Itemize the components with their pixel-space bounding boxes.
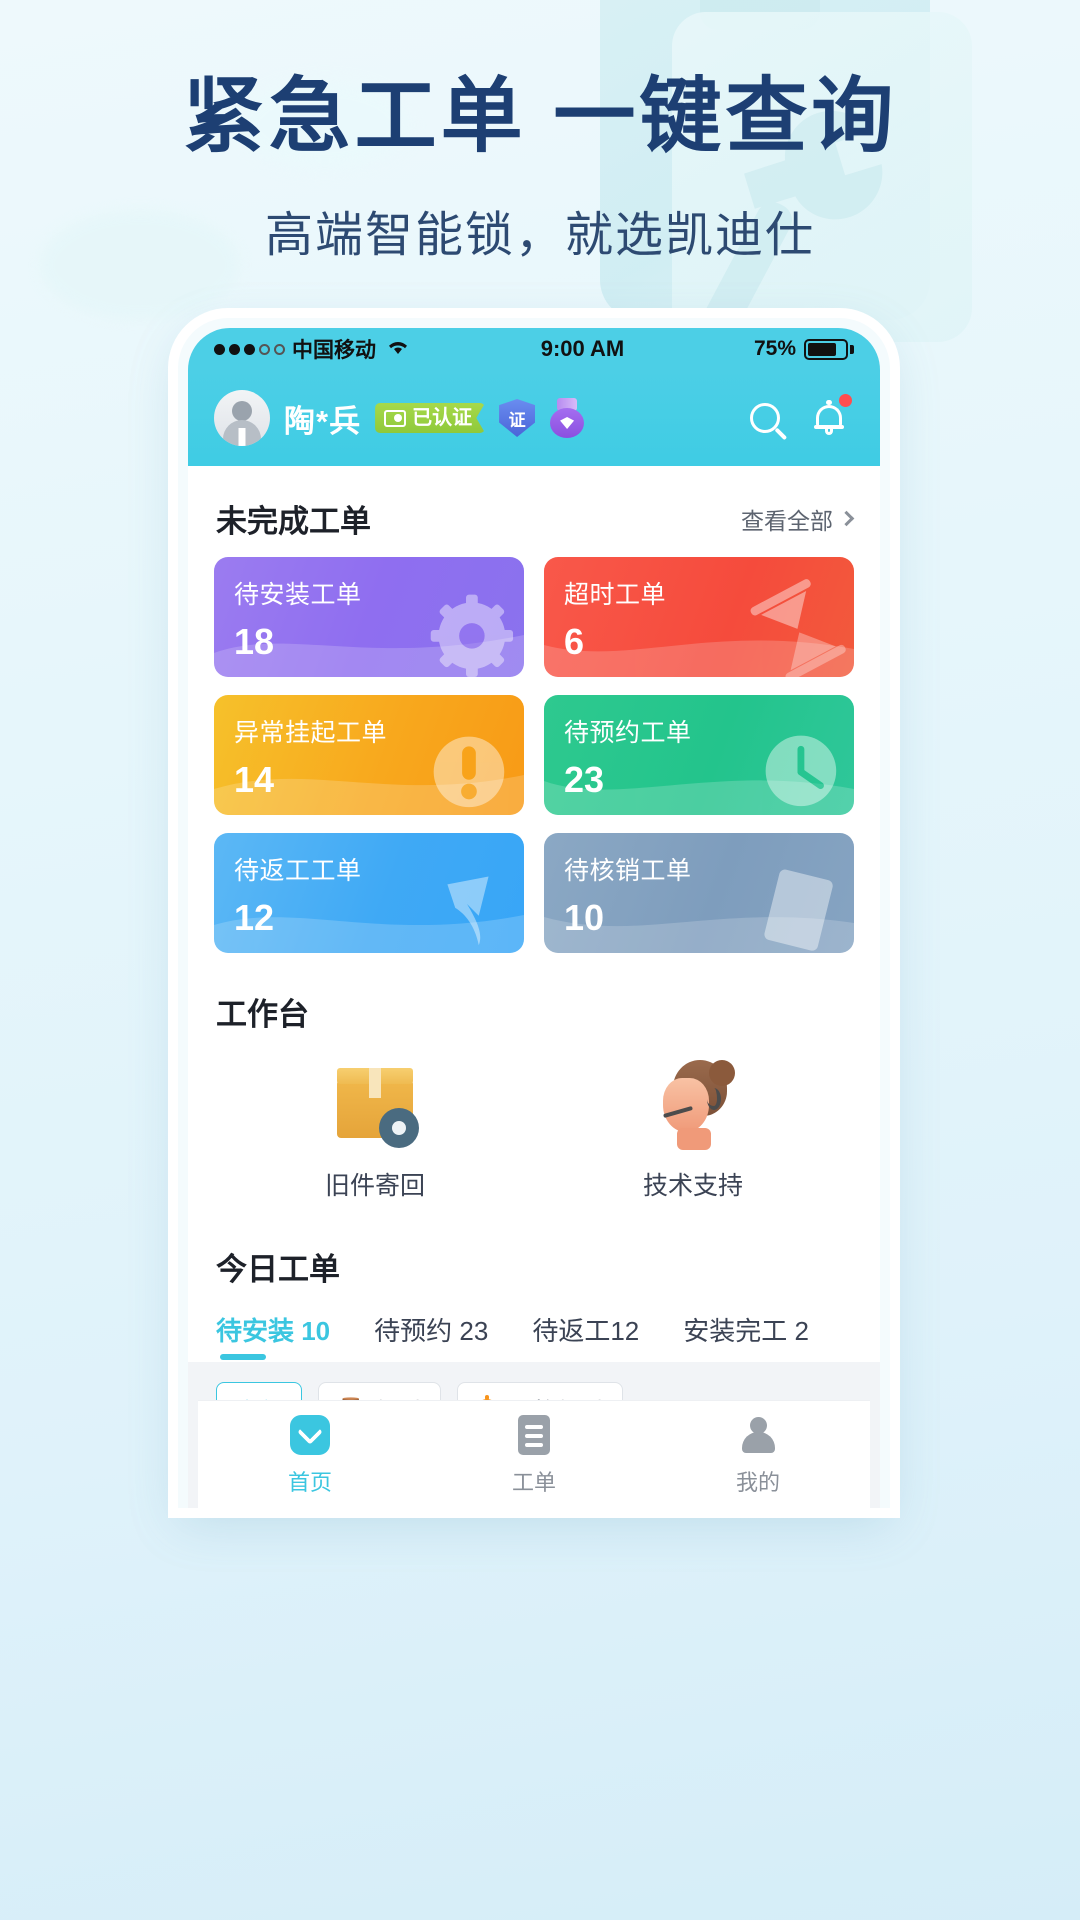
package-gear-icon: [329, 1058, 421, 1150]
unfinished-section-header: 未完成工单 查看全部: [188, 466, 880, 557]
tabbar-item-orders[interactable]: 工单: [422, 1401, 646, 1508]
card-value: 10: [564, 897, 605, 938]
card-pending-rework[interactable]: 待返工工单 12: [214, 833, 524, 953]
document-icon: [512, 1413, 556, 1457]
tab-pending-rework[interactable]: 待返工12: [532, 1311, 639, 1362]
card-label: 待安装工单: [234, 581, 362, 609]
card-pending-appointment[interactable]: 待预约工单 23: [544, 695, 854, 815]
search-icon: [750, 403, 780, 433]
card-label: 异常挂起工单: [234, 719, 388, 747]
phone-screen: 中国移动 9:00 AM 75% 陶*兵 已认证 证 未完成工单 查看全部 待安…: [188, 328, 880, 1508]
tab-label: 待安装 10: [216, 1316, 331, 1346]
bg-deco-notch: [700, 0, 820, 30]
tab-label: 待返工12: [532, 1316, 640, 1346]
avatar[interactable]: [214, 390, 270, 446]
card-value: 23: [564, 759, 605, 800]
card-label: 超时工单: [564, 581, 667, 609]
card-label: 待返工工单: [234, 857, 362, 885]
shield-badge-icon[interactable]: 证: [499, 399, 536, 437]
section-title-workbench: 工作台: [216, 997, 309, 1032]
today-tabs: 待安装 10 待预约 23 待返工12 安装完工 2: [188, 1293, 880, 1362]
workbench-grid: 旧件寄回 技术支持: [188, 1042, 880, 1226]
medal-badge-icon[interactable]: [549, 398, 585, 438]
bg-deco-card-front: [672, 12, 972, 342]
tabbar-label: 工单: [511, 1469, 556, 1495]
page-title: 紧急工单 一键查询: [182, 71, 898, 162]
tab-underline: [220, 1354, 266, 1360]
battery-percent-label: 75%: [753, 337, 796, 360]
battery-icon: [804, 338, 848, 360]
tabbar-item-profile[interactable]: 我的: [646, 1401, 870, 1508]
card-overdue[interactable]: 超时工单 6: [544, 557, 854, 677]
workbench-item-label: 旧件寄回: [324, 1172, 425, 1200]
tabbar-label: 首页: [287, 1469, 332, 1495]
status-bar-left: 中国移动: [214, 334, 411, 364]
tab-pending-appointment[interactable]: 待预约 23: [374, 1311, 488, 1362]
view-all-link[interactable]: 查看全部: [741, 502, 855, 536]
shield-badge-label: 证: [508, 410, 526, 430]
card-value: 18: [234, 621, 275, 662]
section-title-unfinished: 未完成工单: [216, 504, 371, 539]
unfinished-card-grid: 待安装工单 18 超时工单 6 异常挂起工单 14 待预约工单 23 待返工工单…: [188, 557, 880, 953]
section-title-today: 今日工单: [216, 1252, 340, 1287]
app-header: 陶*兵 已认证 证: [188, 370, 880, 466]
support-agent-icon: [647, 1058, 739, 1150]
status-badge-certified[interactable]: 已认证: [375, 403, 486, 433]
page-subtitle: 高端智能锁，就选凯迪仕: [264, 209, 815, 262]
tab-label: 安装完工 2: [683, 1316, 809, 1346]
tabbar-label: 我的: [735, 1469, 780, 1495]
bell-icon: [814, 400, 844, 435]
status-bar-right: 75%: [754, 337, 854, 361]
notification-button[interactable]: [804, 393, 854, 443]
tabbar-item-home[interactable]: 首页: [198, 1401, 422, 1508]
id-card-icon: [384, 409, 407, 427]
card-abnormal-hold[interactable]: 异常挂起工单 14: [214, 695, 524, 815]
card-value: 6: [564, 621, 585, 662]
card-value: 12: [234, 897, 275, 938]
phone-mockup: 中国移动 9:00 AM 75% 陶*兵 已认证 证 未完成工单 查看全部 待安…: [178, 318, 890, 1508]
carrier-label: 中国移动: [292, 339, 376, 362]
card-label: 待预约工单: [564, 719, 692, 747]
home-icon: [288, 1413, 332, 1457]
battery-tip: [850, 344, 854, 354]
chevron-right-icon: [838, 510, 855, 527]
tab-pending-install[interactable]: 待安装 10: [216, 1311, 330, 1362]
view-all-label: 查看全部: [741, 507, 833, 534]
card-label: 待核销工单: [564, 857, 692, 885]
card-pending-verification[interactable]: 待核销工单 10: [544, 833, 854, 953]
username-label: 陶*兵: [284, 403, 362, 439]
workbench-item-tech-support[interactable]: 技术支持: [534, 1058, 852, 1202]
notification-dot: [839, 394, 852, 407]
status-bar: 中国移动 9:00 AM 75%: [188, 328, 880, 370]
card-value: 14: [234, 759, 275, 800]
status-bar-time: 9:00 AM: [540, 336, 625, 361]
search-button[interactable]: [740, 393, 790, 443]
workbench-item-return-parts[interactable]: 旧件寄回: [216, 1058, 534, 1202]
card-pending-install[interactable]: 待安装工单 18: [214, 557, 524, 677]
certified-label: 已认证: [412, 407, 473, 429]
bottom-tab-bar: 首页 工单 我的: [198, 1400, 870, 1508]
main-content: 未完成工单 查看全部 待安装工单 18 超时工单 6 异常挂起工单 14 待预约…: [188, 466, 880, 1362]
tab-label: 待预约 23: [374, 1316, 489, 1346]
workbench-item-label: 技术支持: [642, 1172, 743, 1200]
wifi-icon: [385, 336, 411, 362]
person-icon: [736, 1413, 780, 1457]
signal-strength-icon: [214, 343, 285, 355]
tab-install-completed[interactable]: 安装完工 2: [683, 1311, 809, 1362]
